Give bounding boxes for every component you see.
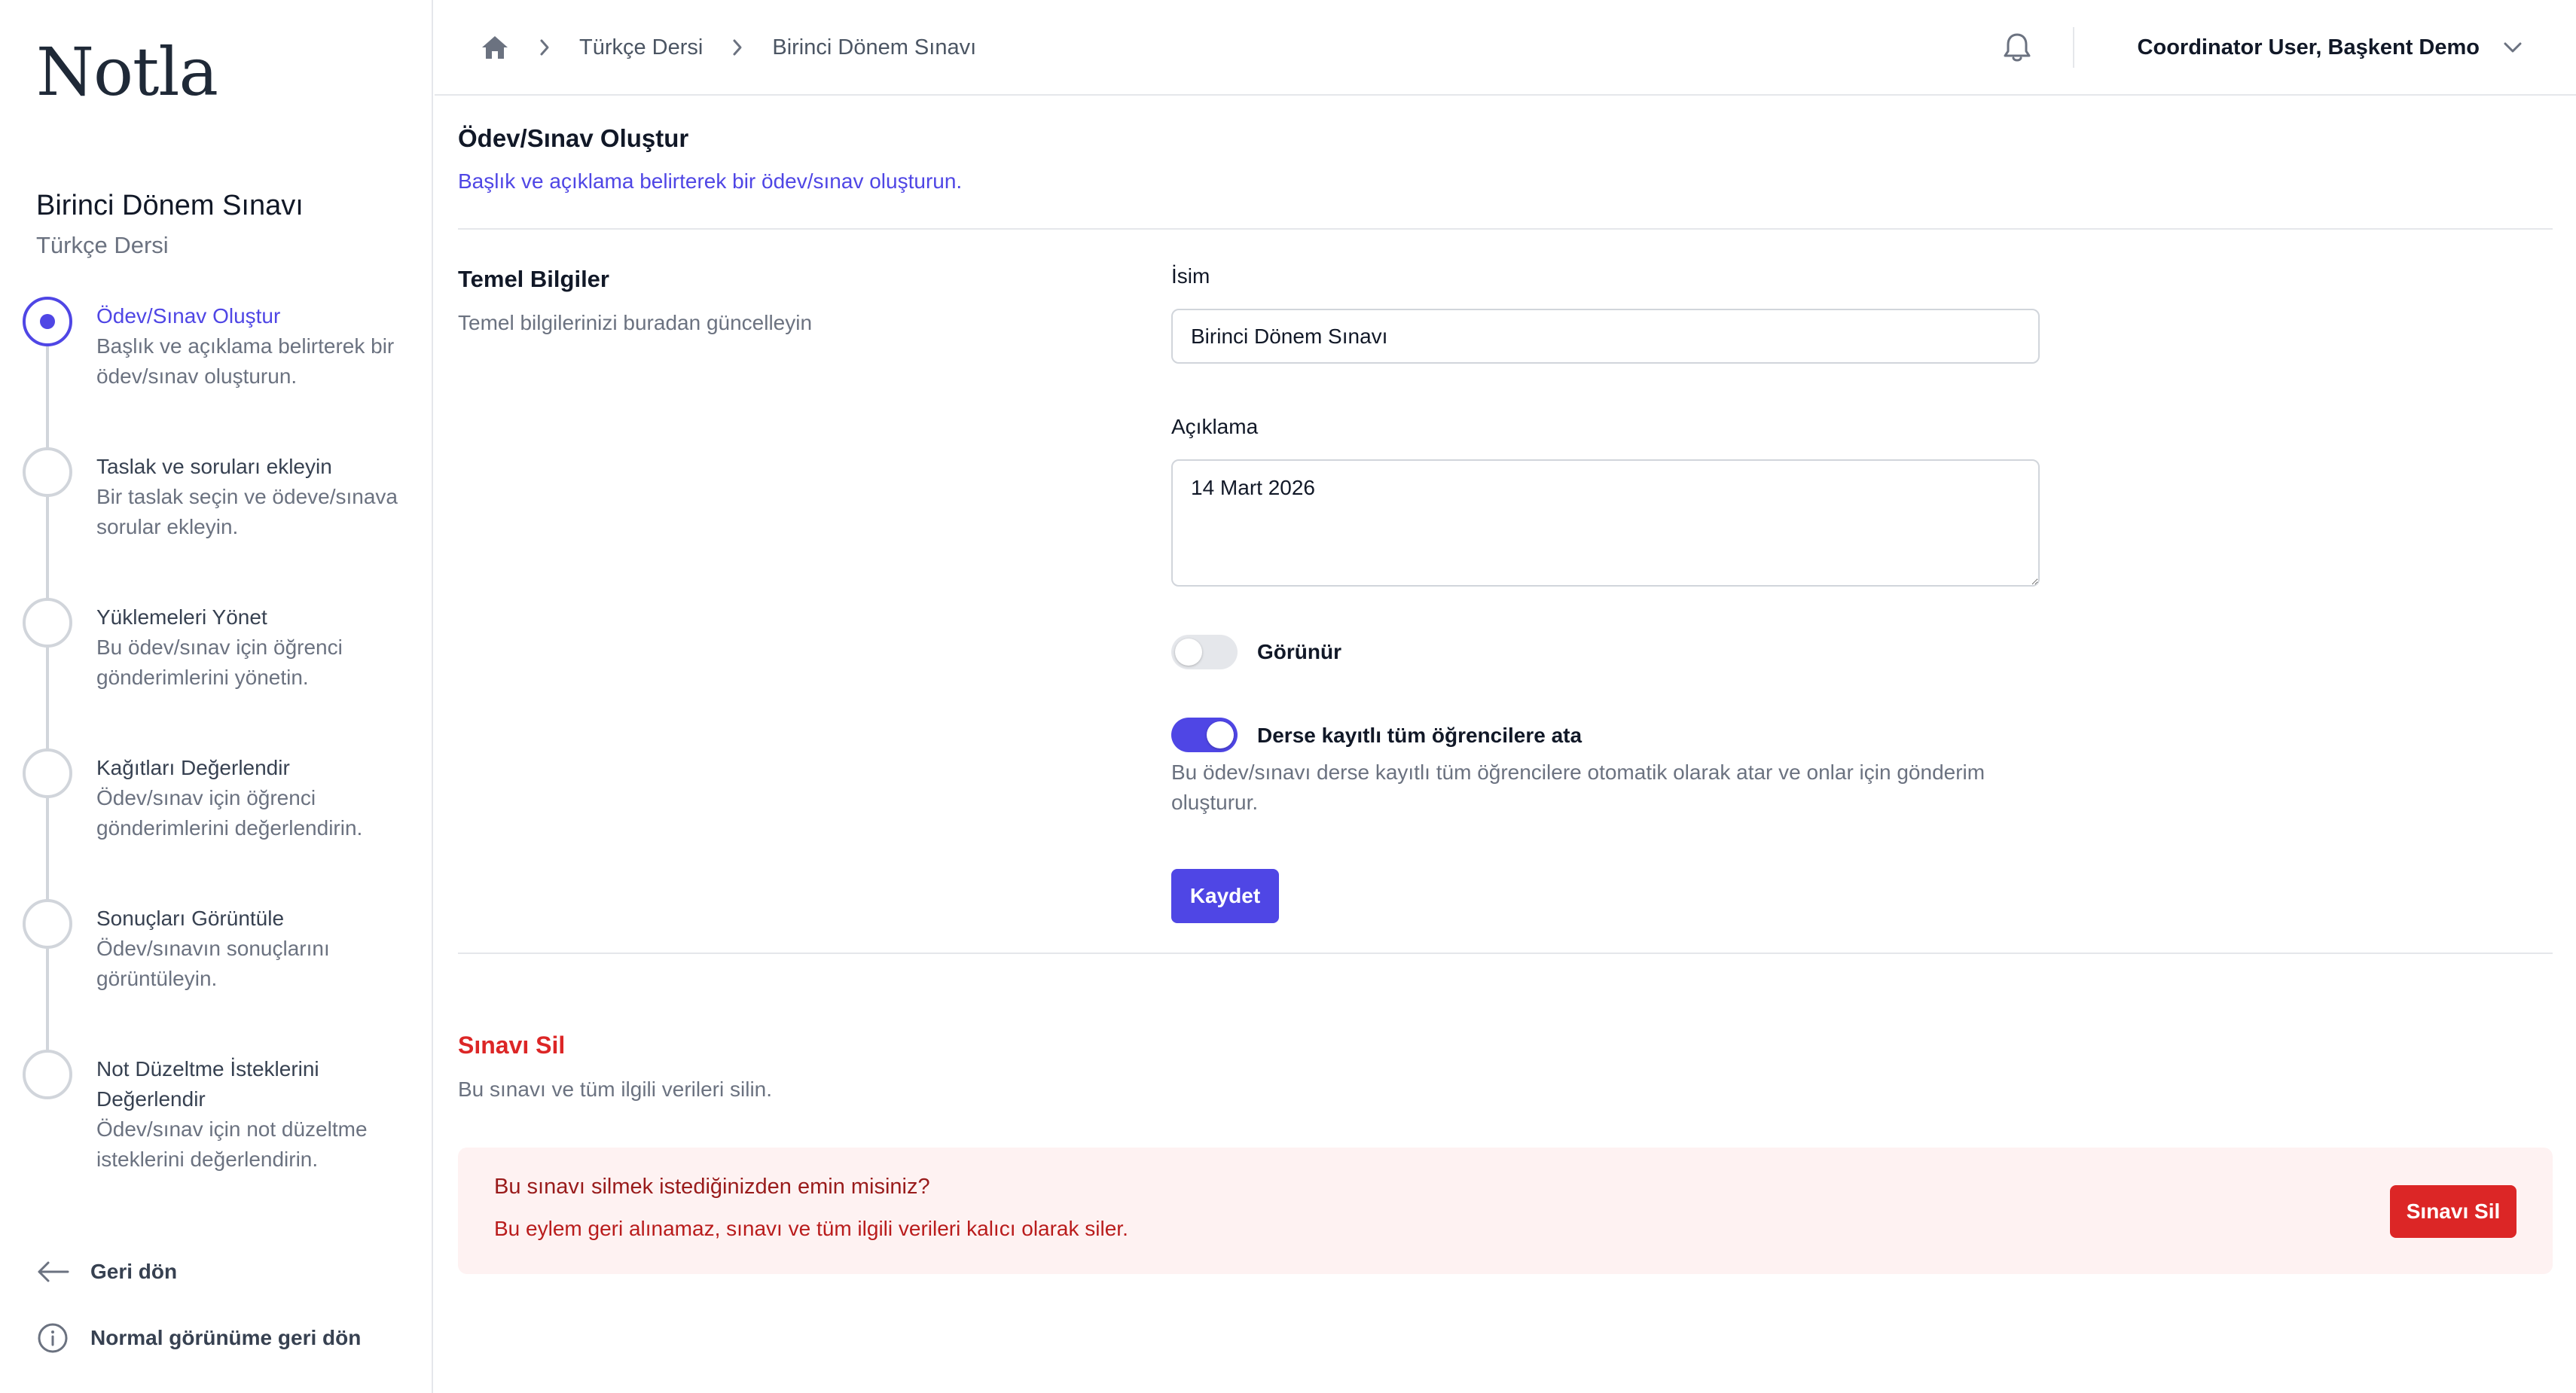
name-field[interactable] — [1171, 309, 2040, 364]
chevron-right-icon — [539, 38, 551, 56]
normal-view-label: Normal görünüme geri dön — [90, 1326, 362, 1349]
step-desc: Ödev/sınav için not düzeltme isteklerini… — [96, 1117, 368, 1171]
delete-section-title: Sınavı Sil — [458, 1032, 566, 1059]
normal-view-button[interactable]: Normal görünüme geri dön — [36, 1319, 361, 1357]
section-desc: Temel bilgilerinizi buradan güncelleyin — [458, 311, 813, 334]
header-divider — [2072, 27, 2074, 68]
step-title: Taslak ve soruları ekleyin — [96, 455, 332, 478]
bell-icon[interactable] — [2001, 31, 2034, 64]
step-desc: Bu ödev/sınav için öğrenci gönderimlerin… — [96, 636, 343, 689]
app-logo: Notla — [36, 33, 218, 111]
save-button[interactable]: Kaydet — [1171, 869, 1279, 923]
arrow-left-icon — [38, 1261, 69, 1282]
delete-section-desc: Bu sınavı ve tüm ilgili verileri silin. — [458, 1078, 773, 1101]
description-label: Açıklama — [1171, 415, 1259, 438]
step-indicator-active — [23, 297, 72, 346]
step-add-questions[interactable]: Taslak ve soruları ekleyin Bir taslak se… — [23, 447, 414, 545]
visible-toggle[interactable] — [1171, 635, 1238, 669]
step-title: Ödev/Sınav Oluştur — [96, 304, 281, 328]
step-create-exam[interactable]: Ödev/Sınav Oluştur Başlık ve açıklama be… — [23, 297, 414, 395]
back-button-label: Geri dön — [90, 1260, 178, 1283]
divider — [458, 228, 2553, 230]
sidebar-course-name: Türkçe Dersi — [36, 232, 169, 258]
home-icon[interactable] — [480, 32, 510, 62]
visible-toggle-label: Görünür — [1257, 640, 1341, 663]
name-label: İsim — [1171, 264, 1210, 288]
divider — [458, 953, 2553, 954]
breadcrumb-course[interactable]: Türkçe Dersi — [579, 35, 703, 60]
step-desc: Ödev/sınav için öğrenci gönderimlerini d… — [96, 786, 363, 840]
header-actions: Coordinator User, Başkent Demo — [2001, 23, 2523, 72]
step-regrade-requests[interactable]: Not Düzeltme İsteklerini Değerlendir Öde… — [23, 1050, 414, 1178]
top-header: Türkçe Dersi Birinci Dönem Sınavı Coordi… — [435, 0, 2576, 96]
step-indicator — [23, 598, 72, 648]
delete-exam-button[interactable]: Sınavı Sil — [2390, 1185, 2516, 1238]
step-desc: Başlık ve açıklama belirterek bir ödev/s… — [96, 334, 395, 388]
step-indicator — [23, 899, 72, 949]
step-manage-uploads[interactable]: Yüklemeleri Yönet Bu ödev/sınav için öğr… — [23, 598, 414, 696]
back-button[interactable]: Geri dön — [36, 1253, 177, 1291]
main-content: Ödev/Sınav Oluştur Başlık ve açıklama be… — [435, 97, 2576, 1393]
step-desc: Bir taslak seçin ve ödeve/sınava sorular… — [96, 485, 398, 538]
step-title: Yüklemeleri Yönet — [96, 605, 267, 629]
step-grade-papers[interactable]: Kağıtları Değerlendir Ödev/sınav için öğ… — [23, 748, 414, 846]
step-indicator — [23, 748, 72, 798]
info-icon — [38, 1323, 68, 1353]
delete-warning: Bu eylem geri alınamaz, sınavı ve tüm il… — [494, 1217, 1128, 1240]
section-title: Temel Bilgiler — [458, 266, 609, 292]
step-desc: Ödev/sınavın sonuçlarını görüntüleyin. — [96, 937, 330, 990]
sidebar: Notla Birinci Dönem Sınavı Türkçe Dersi … — [0, 0, 433, 1393]
step-title: Kağıtları Değerlendir — [96, 756, 290, 779]
page-subtitle: Başlık ve açıklama belirterek bir ödev/s… — [458, 169, 963, 193]
assign-all-toggle-label: Derse kayıtlı tüm öğrencilere ata — [1257, 724, 1583, 747]
breadcrumb: Türkçe Dersi Birinci Dönem Sınavı — [480, 29, 976, 66]
delete-question: Bu sınavı silmek istediğinizden emin mis… — [494, 1175, 930, 1199]
user-menu-name[interactable]: Coordinator User, Başkent Demo — [2138, 35, 2480, 60]
assign-all-toggle[interactable] — [1171, 718, 1238, 752]
step-title: Not Düzeltme İsteklerini Değerlendir — [96, 1057, 319, 1111]
page-title: Ödev/Sınav Oluştur — [458, 124, 689, 152]
breadcrumb-exam[interactable]: Birinci Dönem Sınavı — [772, 35, 976, 60]
chevron-down-icon[interactable] — [2502, 40, 2523, 55]
step-view-results[interactable]: Sonuçları Görüntüle Ödev/sınavın sonuçla… — [23, 899, 414, 997]
step-indicator — [23, 447, 72, 497]
assign-all-help: Bu ödev/sınavı derse kayıtlı tüm öğrenci… — [1171, 761, 1985, 814]
sidebar-exam-title: Birinci Dönem Sınavı — [36, 190, 304, 221]
description-field[interactable]: 14 Mart 2026 — [1171, 459, 2040, 587]
chevron-right-icon — [731, 38, 743, 56]
delete-confirm-panel: Bu sınavı silmek istediğinizden emin mis… — [458, 1148, 2553, 1274]
step-indicator — [23, 1050, 72, 1099]
step-title: Sonuçları Görüntüle — [96, 907, 285, 930]
